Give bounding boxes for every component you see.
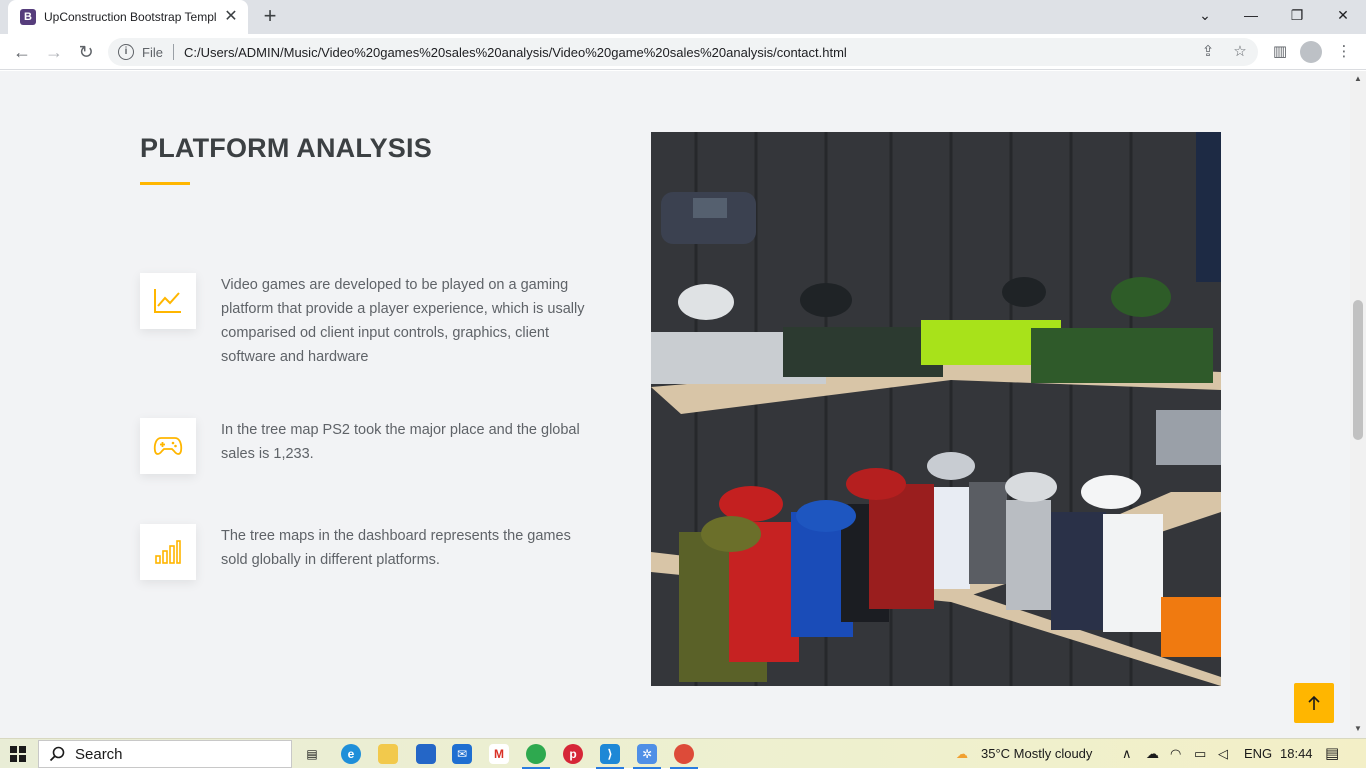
file-explorer-icon[interactable] <box>378 744 398 764</box>
scroll-up-arrow-icon[interactable]: ▲ <box>1353 74 1363 84</box>
language-indicator[interactable]: ENG <box>1244 746 1272 761</box>
mail-icon[interactable]: ✉ <box>452 744 472 764</box>
tab-strip: B UpConstruction Bootstrap Templ ✕ + ⌄ —… <box>0 0 1366 34</box>
store-icon[interactable] <box>416 744 436 764</box>
feature-text: The tree maps in the dashboard represent… <box>221 528 571 568</box>
gmail-icon[interactable]: M <box>489 744 509 764</box>
bootstrap-favicon-icon: B <box>20 9 36 25</box>
battery-icon[interactable]: ▭ <box>1194 746 1206 762</box>
windows-start-icon[interactable] <box>10 746 26 762</box>
address-bar[interactable]: i File C:/Users/ADMIN/Music/Video%20game… <box>108 38 1258 66</box>
restore-icon[interactable]: ❐ <box>1274 0 1320 30</box>
arrow-up-icon <box>1308 695 1320 710</box>
page-content: PLATFORM ANALYSIS Video games are develo… <box>0 71 1350 738</box>
taskbar-search-box[interactable]: Search <box>38 740 292 768</box>
chrome-icon[interactable] <box>522 744 550 769</box>
section-title: PLATFORM ANALYSIS <box>140 133 432 163</box>
browser-toolbar: ← → ↻ i File C:/Users/ADMIN/Music/Video%… <box>0 34 1366 70</box>
new-tab-icon[interactable]: + <box>258 5 282 28</box>
feature-text: Video games are developed to be played o… <box>221 277 585 365</box>
menu-icon[interactable]: ⋮ <box>1334 42 1354 62</box>
back-icon[interactable]: ← <box>10 40 34 64</box>
scroll-thumb[interactable] <box>1353 300 1363 440</box>
feature-item: The tree maps in the dashboard represent… <box>140 524 600 584</box>
windows-taskbar: Search ▤ e ✉ M p ⟩ ✲ ☁ 35°C Mostly cloud… <box>0 738 1366 769</box>
share-icon[interactable]: ⇪ <box>1198 42 1218 62</box>
minimize-icon[interactable]: — <box>1228 0 1274 30</box>
weather-icon[interactable]: ☁ <box>950 744 974 764</box>
side-panel-icon[interactable]: ▥ <box>1270 42 1290 62</box>
browser-tab[interactable]: B UpConstruction Bootstrap Templ ✕ <box>8 0 248 34</box>
volume-icon[interactable]: ◁ <box>1218 746 1228 762</box>
consoles-on-shelves-photo <box>651 132 1221 686</box>
pinterest-icon[interactable]: p <box>563 744 583 764</box>
back-to-top-button[interactable] <box>1294 683 1334 723</box>
task-view-icon[interactable]: ▤ <box>302 744 322 764</box>
title-underline <box>140 182 190 185</box>
snipping-icon[interactable]: ✲ <box>633 744 661 769</box>
star-icon[interactable]: ☆ <box>1230 42 1250 62</box>
search-icon <box>49 746 65 762</box>
notification-icon[interactable]: ▤ <box>1325 744 1339 762</box>
vscode-icon[interactable]: ⟩ <box>596 744 624 769</box>
feature-item: In the tree map PS2 took the major place… <box>140 418 600 478</box>
search-label: Search <box>75 745 123 763</box>
feature-text: In the tree map PS2 took the major place… <box>221 422 580 462</box>
chrome-active-icon[interactable] <box>670 744 698 769</box>
forward-icon[interactable]: → <box>42 40 66 64</box>
clock-time[interactable]: 18:44 <box>1280 746 1313 761</box>
close-icon[interactable]: ✕ <box>1320 0 1366 30</box>
info-icon[interactable]: i <box>118 44 134 60</box>
page-scrollbar[interactable]: ▲ ▼ <box>1350 71 1366 738</box>
feature-item: Video games are developed to be played o… <box>140 273 600 373</box>
tray-chevron-up-icon[interactable]: ∧ <box>1122 746 1132 762</box>
scroll-down-arrow-icon[interactable]: ▼ <box>1353 724 1363 734</box>
address-separator <box>172 44 174 60</box>
gamepad-icon <box>140 418 196 474</box>
tab-title: UpConstruction Bootstrap Templ <box>44 10 216 24</box>
onedrive-icon[interactable]: ☁ <box>1146 746 1159 762</box>
address-url[interactable]: C:/Users/ADMIN/Music/Video%20games%20sal… <box>184 45 847 60</box>
profile-icon[interactable] <box>1300 41 1322 63</box>
edge-icon[interactable]: e <box>341 744 361 764</box>
tab-close-icon[interactable]: ✕ <box>222 8 240 26</box>
reload-icon[interactable]: ↻ <box>74 40 98 64</box>
bar-chart-icon <box>140 524 196 580</box>
line-chart-icon <box>140 273 196 329</box>
address-scheme-label: File <box>142 44 163 60</box>
tab-search-chevron-down-icon[interactable]: ⌄ <box>1182 0 1228 30</box>
wifi-icon[interactable]: ◠ <box>1170 746 1181 762</box>
weather-text[interactable]: 35°C Mostly cloudy <box>981 746 1092 761</box>
